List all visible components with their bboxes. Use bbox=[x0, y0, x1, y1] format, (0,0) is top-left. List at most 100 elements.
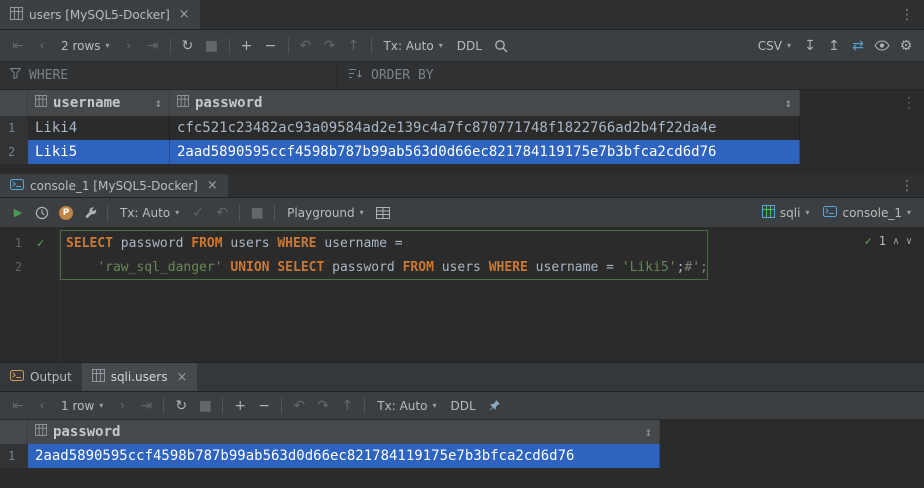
prev-page-icon[interactable]: ‹ bbox=[30, 395, 54, 417]
reload-data-icon[interactable]: ↻ bbox=[169, 395, 193, 417]
close-icon[interactable]: × bbox=[179, 7, 190, 22]
csv-label: CSV bbox=[758, 39, 782, 53]
cell-password[interactable]: 2aad5890595ccf4598b787b99ab563d0d66ec821… bbox=[28, 444, 660, 468]
view-as-table-icon[interactable] bbox=[371, 202, 395, 224]
table-row[interactable]: 1 2aad5890595ccf4598b787b99ab563d0d66ec8… bbox=[0, 444, 924, 468]
close-icon[interactable]: × bbox=[176, 370, 187, 385]
sync-data-icon[interactable]: ⇄ bbox=[846, 35, 870, 57]
tx-mode-label: Tx: Auto bbox=[377, 399, 427, 413]
delete-row-icon[interactable]: − bbox=[252, 395, 276, 417]
tab-console-1[interactable]: console_1 [MySQL5-Docker] × bbox=[0, 174, 228, 197]
history-icon[interactable] bbox=[30, 202, 54, 224]
tx-mode-dropdown[interactable]: Tx: Auto ▾ bbox=[370, 395, 443, 417]
export-format-dropdown[interactable]: CSV ▾ bbox=[751, 35, 798, 57]
revert-changes-icon[interactable]: ↶ bbox=[294, 35, 318, 57]
next-page-icon[interactable]: › bbox=[117, 35, 141, 57]
reload-data-icon[interactable]: ↻ bbox=[176, 35, 200, 57]
column-icon bbox=[177, 95, 189, 111]
cell-password[interactable]: cfc521c23482ac93a09584ad2e139c4a7fc87077… bbox=[170, 116, 800, 140]
commit-icon[interactable]: ✓ bbox=[186, 202, 210, 224]
tab-sqli-users-result[interactable]: sqli.users × bbox=[82, 363, 198, 391]
add-row-icon[interactable]: + bbox=[235, 35, 259, 57]
grid-header-overflow: ⋮ bbox=[800, 90, 924, 116]
result-toolbar: ⇤ ‹ 1 row ▾ › ⇥ ↻ ■ + − ↶ ↷ ↑ Tx: Auto ▾… bbox=[0, 392, 924, 420]
stop-icon[interactable]: ■ bbox=[200, 35, 224, 57]
submit-changes-icon[interactable]: ↑ bbox=[342, 35, 366, 57]
console-switcher[interactable]: console_1 ▾ bbox=[816, 202, 918, 224]
column-header-password[interactable]: password ↕ bbox=[28, 420, 660, 444]
execute-icon[interactable]: ▶ bbox=[6, 202, 30, 224]
close-icon[interactable]: × bbox=[207, 178, 218, 193]
column-header-username[interactable]: username ↕ bbox=[28, 90, 170, 116]
table-row[interactable]: 1 Liki4 cfc521c23482ac93a09584ad2e139c4a… bbox=[0, 116, 924, 140]
column-icon bbox=[35, 424, 47, 440]
execution-result-navigator[interactable]: ✓ 1 ∧ ∨ bbox=[864, 234, 912, 248]
console-tab-bar: console_1 [MySQL5-Docker] × ⋮ bbox=[0, 174, 924, 198]
chevron-down-icon: ▾ bbox=[439, 41, 443, 50]
last-page-icon[interactable]: ⇥ bbox=[141, 35, 165, 57]
tab-users-table[interactable]: users [MySQL5-Docker] × bbox=[0, 0, 200, 29]
sql-editor[interactable]: 1 ✓ SELECT password FROM users WHERE use… bbox=[0, 228, 924, 362]
tab-label: Output bbox=[30, 370, 72, 384]
console-options-icon[interactable]: ⋮ bbox=[890, 174, 924, 197]
order-by-input[interactable]: ORDER BY bbox=[338, 62, 444, 89]
ddl-button[interactable]: DDL bbox=[443, 395, 482, 417]
console-toolbar: ▶ P Tx: Auto ▾ ✓ ↶ ■ Playground ▾ sqli ▾… bbox=[0, 198, 924, 228]
stop-icon[interactable]: ■ bbox=[245, 202, 269, 224]
pin-tab-icon[interactable] bbox=[483, 395, 507, 417]
export-data-icon[interactable]: ↧ bbox=[798, 35, 822, 57]
prev-result-icon[interactable]: ∧ bbox=[893, 236, 899, 247]
page-size-dropdown[interactable]: 1 row ▾ bbox=[54, 395, 110, 417]
settings-gear-icon[interactable]: ⚙ bbox=[894, 35, 918, 57]
next-page-icon[interactable]: › bbox=[110, 395, 134, 417]
prev-page-icon[interactable]: ‹ bbox=[30, 35, 54, 57]
stop-icon[interactable]: ■ bbox=[193, 395, 217, 417]
first-page-icon[interactable]: ⇤ bbox=[6, 395, 30, 417]
ddl-button[interactable]: DDL bbox=[450, 35, 489, 57]
profiler-icon[interactable]: P bbox=[59, 206, 73, 220]
row-number: 1 bbox=[0, 444, 28, 468]
tx-mode-dropdown[interactable]: Tx: Auto ▾ bbox=[377, 35, 450, 57]
table-row[interactable]: 2 Liki5 2aad5890595ccf4598b787b99ab563d0… bbox=[0, 140, 924, 164]
delete-row-icon[interactable]: − bbox=[259, 35, 283, 57]
wrench-icon[interactable] bbox=[78, 202, 102, 224]
redo-icon[interactable]: ↷ bbox=[318, 35, 342, 57]
chevron-down-icon: ▾ bbox=[907, 208, 911, 217]
page-size-dropdown[interactable]: 2 rows ▾ bbox=[54, 35, 117, 57]
last-page-icon[interactable]: ⇥ bbox=[134, 395, 158, 417]
sort-icon[interactable]: ↕ bbox=[155, 96, 162, 110]
playground-mode-dropdown[interactable]: Playground ▾ bbox=[280, 202, 371, 224]
first-page-icon[interactable]: ⇤ bbox=[6, 35, 30, 57]
sort-icon[interactable]: ↕ bbox=[785, 96, 792, 110]
redo-icon[interactable]: ↷ bbox=[311, 395, 335, 417]
cell-password[interactable]: 2aad5890595ccf4598b787b99ab563d0d66ec821… bbox=[170, 140, 800, 164]
revert-changes-icon[interactable]: ↶ bbox=[287, 395, 311, 417]
next-result-icon[interactable]: ∨ bbox=[906, 236, 912, 247]
tab-output[interactable]: Output bbox=[0, 363, 82, 391]
submit-changes-icon[interactable]: ↑ bbox=[335, 395, 359, 417]
tx-mode-label: Tx: Auto bbox=[384, 39, 434, 53]
toolbar-separator bbox=[170, 38, 171, 54]
cell-username[interactable]: Liki4 bbox=[28, 116, 170, 140]
import-data-icon[interactable]: ↥ bbox=[822, 35, 846, 57]
column-header-password[interactable]: password ↕ bbox=[170, 90, 800, 116]
grid-header-row: username ↕ password ↕ ⋮ bbox=[0, 90, 924, 116]
chevron-down-icon: ▾ bbox=[175, 208, 179, 217]
tx-mode-dropdown[interactable]: Tx: Auto ▾ bbox=[113, 202, 186, 224]
sort-icon[interactable]: ↕ bbox=[645, 425, 652, 439]
view-options-icon[interactable] bbox=[870, 35, 894, 57]
statement-success-icon: ✓ bbox=[22, 236, 59, 250]
rollback-icon[interactable]: ↶ bbox=[210, 202, 234, 224]
editor-options-icon[interactable]: ⋮ bbox=[890, 0, 924, 29]
search-icon[interactable] bbox=[489, 35, 513, 57]
row-number: 1 bbox=[0, 116, 28, 140]
schema-switcher[interactable]: sqli ▾ bbox=[755, 202, 817, 224]
where-filter-input[interactable]: WHERE bbox=[0, 62, 338, 89]
add-row-icon[interactable]: + bbox=[228, 395, 252, 417]
row-number-gutter-header bbox=[0, 90, 28, 116]
console-icon bbox=[10, 179, 24, 193]
grid-options-icon[interactable]: ⋮ bbox=[902, 95, 916, 111]
cell-username[interactable]: Liki5 bbox=[28, 140, 170, 164]
panel-gap bbox=[0, 164, 924, 174]
ddl-label: DDL bbox=[457, 39, 482, 53]
